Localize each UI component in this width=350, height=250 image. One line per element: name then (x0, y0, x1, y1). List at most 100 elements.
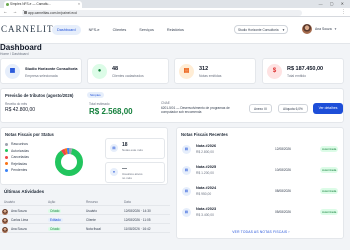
note-date: 10/08/2026 (275, 168, 291, 172)
row-resource: Cliente (86, 217, 96, 222)
status-badge: Autorizada (320, 209, 339, 215)
browser-tab[interactable]: Simples NFS-e — Camaltu... × (4, 1, 82, 8)
total-value: R$ 2.568,00 (89, 107, 133, 116)
nav-clientes[interactable]: Clientes (108, 25, 132, 35)
stat-value: Studio Horizonte Consultoria (25, 67, 78, 71)
details-button[interactable]: Ver detalhes (313, 103, 343, 114)
main-nav: Dashboard NFS-e Clientes Serviços Relató… (52, 25, 189, 35)
rate-chip[interactable]: Alíquota 6,0% (278, 104, 308, 113)
revenue-value: R$ 42.800,00 (5, 107, 36, 113)
stat-value: 312 (199, 66, 209, 72)
list-item[interactable]: ▤ Nota #2026 R$ 2.800,00 12/08/2026 Auto… (182, 142, 340, 159)
browser-menu-icon[interactable]: ⋮ (341, 9, 346, 15)
stat-card-total[interactable]: $ R$ 187.450,00 Total emitido (262, 58, 344, 84)
cnae-value: 6201-5/01 — Desenvolvimento de programas… (161, 106, 230, 114)
building-icon: ▦ (5, 64, 20, 79)
note-date: 12/08/2026 (275, 147, 291, 151)
total-label: Total estimado (89, 102, 110, 106)
mini-label: Notas este mês (122, 148, 143, 152)
status-badge: Autorizada (320, 188, 339, 194)
monthly-notes-card: ▤ 18 Notas este mês (105, 138, 165, 159)
user-name: Ana Souza (315, 27, 332, 31)
users-icon: ● (110, 168, 118, 176)
lock-icon (24, 11, 27, 14)
row-date: 12/08/2026 · 11:05 (124, 217, 151, 222)
nav-nfse[interactable]: NFS-e (84, 25, 105, 35)
note-number: Nota #2024 (196, 186, 217, 190)
list-item[interactable]: ▤ Nota #2023 R$ 3.400,00 05/08/2026 Auto… (182, 205, 340, 222)
url-field[interactable]: app.carnelitas.com.br/painel.ecd (22, 9, 302, 16)
note-value: R$ 1.200,00 (196, 171, 214, 175)
table-row[interactable]: Carlos Lima Editado Cliente 12/08/2026 ·… (0, 215, 170, 224)
status-title: Notas Fiscais por Status (5, 132, 54, 137)
dollar-icon: $ (267, 64, 282, 79)
table-header: Usuário Ação Recurso Data (0, 197, 170, 206)
action-badge: Editado (48, 217, 63, 222)
legend-item: Rascunhos (5, 141, 29, 148)
list-item[interactable]: ▤ Nota #2024 R$ 950,00 08/08/2026 Autori… (182, 184, 340, 201)
stat-card-notes[interactable]: ▤ 312 Notas emitidas (174, 58, 256, 84)
document-icon: ▤ (182, 208, 191, 217)
note-number: Nota #2023 (196, 207, 217, 211)
row-date: 12/08/2026 · 14:30 (124, 208, 151, 213)
nav-relatorios[interactable]: Relatórios (162, 25, 189, 35)
action-badge: Criado (48, 208, 62, 213)
note-date: 08/08/2026 (275, 189, 291, 193)
document-icon: ▤ (182, 166, 191, 175)
company-select[interactable]: Studio Horizonte Consultoria ▼ (234, 25, 288, 34)
note-number: Nota #2025 (196, 165, 217, 169)
window-controls[interactable]: — ▢ ✕ (319, 1, 347, 6)
note-value: R$ 2.800,00 (196, 150, 214, 154)
tab-close-icon[interactable]: × (78, 1, 80, 8)
row-resource: Nota fiscal (86, 226, 101, 231)
chevron-down-icon: ▼ (334, 27, 337, 31)
note-value: R$ 950,00 (196, 192, 212, 196)
stat-label: Clientes cadastrados (112, 74, 144, 78)
row-user: Ana Souza (11, 208, 27, 213)
stat-card-clients[interactable]: ● 48 Clientes cadastrados (87, 58, 169, 84)
stat-card-company[interactable]: ▦ Studio Horizonte Consultoria Empresa s… (0, 58, 82, 84)
document-icon: ▤ (179, 64, 194, 79)
legend-item: Canceladas (5, 154, 29, 161)
recent-title: Notas Fiscais Recentes (181, 132, 228, 137)
avatar (2, 208, 8, 215)
document-icon: ▤ (182, 187, 191, 196)
breadcrumb: Home / Dashboard (0, 52, 29, 56)
company-select-value: Studio Horizonte Consultoria (238, 28, 279, 32)
document-icon: ▤ (110, 144, 118, 152)
users-icon: ● (92, 64, 107, 79)
url-text: app.carnelitas.com.br/painel.ecd (28, 10, 77, 15)
browser-tabbar: Simples NFS-e — Camaltu... × — ▢ ✕ (0, 0, 350, 8)
dot-icon (5, 155, 8, 159)
row-user: Carlos Lima (11, 217, 29, 222)
user-menu[interactable]: Ana Souza ▼ (302, 24, 348, 35)
avatar (2, 226, 8, 233)
row-resource: Usuário (86, 208, 97, 213)
nav-dashboard[interactable]: Dashboard (52, 25, 81, 35)
stat-label: Notas emitidas (199, 74, 222, 78)
table-row[interactable]: Ana Souza Criado Nota fiscal 11/08/2026 … (0, 224, 170, 233)
avatar (2, 217, 8, 224)
see-all-notes-link[interactable]: VER TODAS AS NOTAS FISCAIS › (177, 230, 345, 234)
annex-chip[interactable]: Anexo III (249, 104, 272, 113)
status-badge: Autorizada (320, 146, 339, 152)
status-badge: Autorizada (320, 167, 339, 173)
list-item[interactable]: ▤ Nota #2025 R$ 1.200,00 10/08/2026 Auto… (182, 163, 340, 180)
activities-title: Últimas Atividades (4, 189, 45, 194)
forecast-title: Previsão de tributos (agosto/2026) (5, 93, 74, 98)
chevron-down-icon: ▼ (282, 28, 285, 32)
mini-label: Usuários ativos no mês (122, 172, 143, 180)
tab-title: Simples NFS-e — Camaltu... (10, 2, 51, 6)
note-number: Nota #2026 (196, 144, 217, 148)
app-header: CARNELITAS Dashboard NFS-e Clientes Serv… (0, 17, 350, 44)
nav-servicos[interactable]: Serviços (134, 25, 159, 35)
row-user: Ana Souza (11, 226, 27, 231)
note-date: 05/08/2026 (275, 210, 291, 214)
dot-icon (5, 162, 8, 166)
status-legend: Rascunhos Autorizadas Canceladas Rejeita… (5, 141, 29, 174)
dot-icon (5, 149, 8, 153)
revenue-label: Receita do mês (5, 102, 28, 106)
avatar (302, 24, 312, 34)
address-bar: ← → ↻ app.carnelitas.com.br/painel.ecd ⋮ (0, 8, 350, 17)
table-row[interactable]: Ana Souza Criado Usuário 12/08/2026 · 14… (0, 206, 170, 215)
